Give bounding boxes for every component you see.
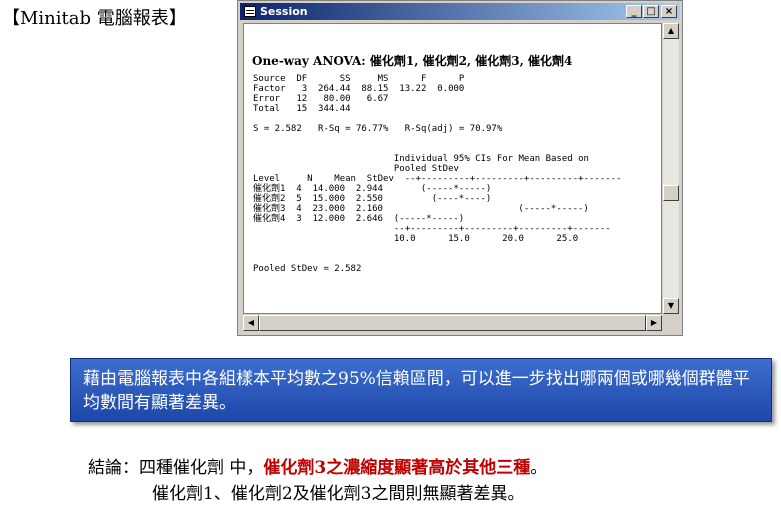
output-line: Source DF SS MS F P: [253, 74, 465, 84]
output-line: 催化劑4 3 12.000 2.646 (-----*-----): [253, 214, 465, 224]
scroll-left-arrow-icon[interactable]: ◀: [243, 315, 259, 331]
vertical-scrollbar[interactable]: ▲ ▼: [663, 23, 679, 314]
output-line: Total 15 344.44: [253, 104, 351, 114]
scroll-right-arrow-icon[interactable]: ▶: [646, 315, 662, 331]
output-line: Level N Mean StDev --+---------+--------…: [253, 174, 622, 184]
callout-text: 藉由電腦報表中各組樣本平均數之95%信賴區間，可以進一步找出哪兩個或哪幾個群體平…: [83, 369, 750, 413]
output-line: Pooled StDev: [253, 164, 459, 174]
window-title: Session: [260, 5, 308, 18]
session-icon: [244, 6, 256, 17]
output-line: --+---------+---------+---------+-------: [253, 224, 611, 234]
output-line: Pooled StDev = 2.582: [253, 264, 362, 274]
anova-title: One-way ANOVA: 催化劑1, 催化劑2, 催化劑3, 催化劑4: [252, 54, 573, 68]
output-line: 催化劑3 4 23.000 2.160 (-----*-----): [253, 204, 589, 214]
conclusion: 結論：四種催化劑 中，催化劑3之濃縮度顯著高於其他三種。 催化劑1、催化劑2及催…: [88, 455, 547, 507]
callout-box: 藉由電腦報表中各組樣本平均數之95%信賴區間，可以進一步找出哪兩個或哪幾個群體平…: [70, 358, 772, 422]
output-line: Individual 95% CIs For Mean Based on: [253, 154, 589, 164]
horizontal-scrollbar[interactable]: ◀ ▶: [243, 315, 662, 331]
output-line: 催化劑1 4 14.000 2.944 (-----*-----): [253, 184, 492, 194]
conclusion-prefix: 結論：四種催化劑 中，: [88, 458, 264, 478]
minimize-button[interactable]: _: [626, 5, 642, 18]
output-line: 催化劑2 5 15.000 2.550 (----*----): [253, 194, 492, 204]
scroll-down-arrow-icon[interactable]: ▼: [663, 298, 679, 314]
anova-output: Source DF SS MS F P Factor 3 264.44 88.1…: [253, 74, 621, 274]
output-line: Error 12 80.00 6.67: [253, 94, 389, 104]
session-output-area[interactable]: One-way ANOVA: 催化劑1, 催化劑2, 催化劑3, 催化劑4 So…: [243, 23, 662, 314]
conclusion-highlight: 催化劑3之濃縮度顯著高於其他三種: [263, 458, 531, 478]
conclusion-suffix: 。: [530, 458, 548, 478]
vertical-scroll-thumb[interactable]: [663, 185, 679, 201]
output-line: Factor 3 264.44 88.15 13.22 0.000: [253, 84, 465, 94]
window-titlebar[interactable]: Session _ □ ×: [240, 3, 680, 20]
maximize-button[interactable]: □: [643, 5, 659, 18]
header-label: 【Minitab 電腦報表】: [2, 8, 187, 29]
horizontal-scroll-thumb[interactable]: [259, 315, 646, 331]
conclusion-line-1: 結論：四種催化劑 中，催化劑3之濃縮度顯著高於其他三種。: [88, 455, 547, 481]
conclusion-line-2: 催化劑1、催化劑2及催化劑3之間則無顯著差異。: [152, 484, 525, 504]
output-line: 10.0 15.0 20.0 25.0: [253, 234, 579, 244]
session-window: Session _ □ × One-way ANOVA: 催化劑1, 催化劑2,…: [237, 0, 683, 336]
scroll-up-arrow-icon[interactable]: ▲: [663, 23, 679, 39]
close-button[interactable]: ×: [661, 5, 677, 18]
output-line: S = 2.582 R-Sq = 76.77% R-Sq(adj) = 70.9…: [253, 124, 503, 134]
